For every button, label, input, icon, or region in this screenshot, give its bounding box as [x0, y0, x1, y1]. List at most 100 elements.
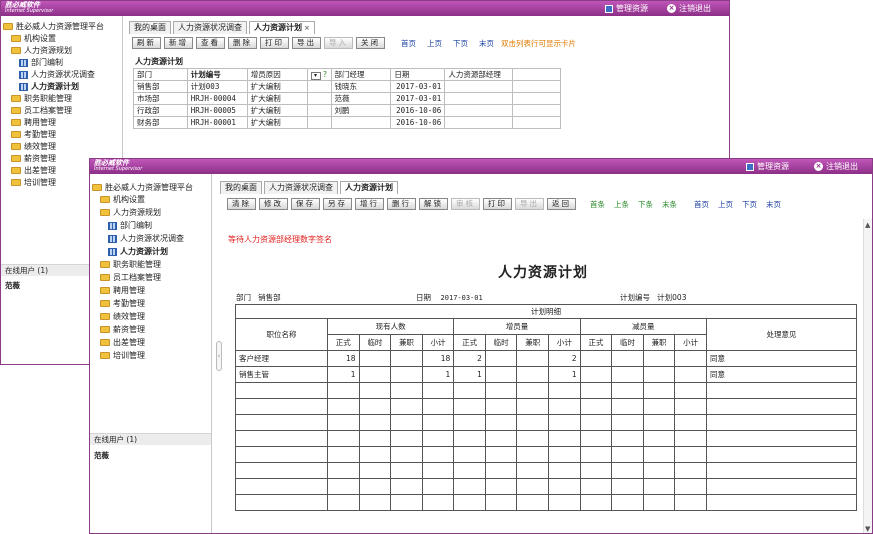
online-user[interactable]: 范薇	[94, 450, 109, 461]
table-row[interactable]: 财务部 HRJH-00001 扩大编制 2016-10-06	[133, 116, 561, 129]
empty-table-row[interactable]	[235, 430, 857, 447]
prev-page-link[interactable]: 上页	[718, 199, 733, 210]
table-row[interactable]: 客户经理 18 18 22 同意	[235, 350, 857, 367]
sidebar-item-training[interactable]: 培训管理	[100, 350, 145, 361]
scroll-down-icon[interactable]: ▼	[865, 525, 870, 533]
add-row-button[interactable]: 增行	[355, 198, 384, 210]
manage-resources-link[interactable]: 管理资源	[746, 161, 789, 172]
view-button[interactable]: 查看	[196, 37, 225, 49]
close-button[interactable]: 关闭	[356, 37, 385, 49]
sidebar-item-org[interactable]: 机构设置	[100, 194, 145, 205]
next-page-link[interactable]: 下页	[453, 38, 468, 49]
edit-button[interactable]: 修改	[259, 198, 288, 210]
next-record-link[interactable]: 下条	[638, 199, 653, 210]
col-hr-manager[interactable]: 人力资源部经理	[444, 68, 514, 81]
logout-link[interactable]: × 注销退出	[814, 161, 858, 172]
manage-resources-link[interactable]: 管理资源	[605, 3, 648, 14]
sidebar-item-hr-planning[interactable]: 人力资源规划	[100, 207, 161, 218]
last-page-link[interactable]: 末页	[479, 38, 494, 49]
empty-table-row[interactable]	[235, 478, 857, 495]
tab-hr-survey[interactable]: 人力资源状况调查	[264, 181, 338, 194]
tab-close-icon[interactable]: ×	[304, 24, 310, 32]
print-button[interactable]: 打印	[260, 37, 289, 49]
save-as-button[interactable]: 另存	[323, 198, 352, 210]
logout-link[interactable]: × 注销退出	[667, 3, 711, 14]
first-page-link[interactable]: 首页	[401, 38, 416, 49]
export-button[interactable]: 导出	[515, 198, 544, 210]
col-manager[interactable]: 部门经理	[330, 68, 392, 81]
sidebar-item-hr-planning[interactable]: 人力资源规划	[11, 45, 72, 56]
online-user[interactable]: 范薇	[5, 280, 20, 291]
save-button[interactable]: 保存	[291, 198, 320, 210]
delete-button[interactable]: 删除	[228, 37, 257, 49]
empty-table-row[interactable]	[235, 382, 857, 399]
col-date[interactable]: 日期	[390, 68, 446, 81]
sidebar-item-hr-survey[interactable]: 人力资源状况调查	[108, 233, 184, 244]
empty-table-row[interactable]	[235, 446, 857, 463]
folder-icon	[11, 107, 21, 114]
prev-page-link[interactable]: 上页	[427, 38, 442, 49]
scroll-up-icon[interactable]: ▲	[865, 221, 870, 229]
vertical-scrollbar[interactable]: ▲ ▼	[863, 219, 872, 533]
first-record-link[interactable]: 首条	[590, 199, 605, 210]
next-page-link[interactable]: 下页	[742, 199, 757, 210]
sidebar-item-performance[interactable]: 绩效管理	[11, 141, 56, 152]
empty-table-row[interactable]	[235, 462, 857, 479]
col-filter[interactable]: ▾ ?	[306, 68, 332, 81]
empty-table-row[interactable]	[235, 414, 857, 431]
tab-desktop[interactable]: 我的桌面	[220, 181, 262, 194]
sidebar-item-org[interactable]: 机构设置	[11, 33, 56, 44]
sidebar-item-salary[interactable]: 薪资管理	[11, 153, 56, 164]
tree-root[interactable]: 胜必威人力资源管理平台	[3, 21, 104, 32]
sidebar-collapse-handle[interactable]: ‹	[216, 341, 222, 371]
sidebar-item-travel[interactable]: 出差管理	[11, 165, 56, 176]
sidebar-item-dept-staffing[interactable]: 部门编制	[19, 57, 63, 68]
sidebar-item-training[interactable]: 培训管理	[11, 177, 56, 188]
sidebar-item-hiring[interactable]: 聘用管理	[100, 285, 145, 296]
tab-hr-plan[interactable]: 人力资源计划	[340, 181, 398, 194]
sidebar-item-hr-plan[interactable]: 人力资源计划	[108, 246, 168, 257]
sidebar-item-hr-survey[interactable]: 人力资源状况调查	[19, 69, 95, 80]
return-button[interactable]: 返回	[547, 198, 576, 210]
prev-record-link[interactable]: 上条	[614, 199, 629, 210]
sidebar-item-duties[interactable]: 职务职能管理	[100, 259, 161, 270]
tree-root[interactable]: 胜必威人力资源管理平台	[92, 182, 193, 193]
empty-table-row[interactable]	[235, 494, 857, 511]
tab-desktop[interactable]: 我的桌面	[129, 21, 171, 34]
export-button[interactable]: 导出	[292, 37, 321, 49]
table-row[interactable]: 销售部 计划003 扩大编制 钱晓东 2017-03-01	[133, 80, 561, 93]
help-icon[interactable]: ?	[323, 70, 327, 79]
col-dept[interactable]: 部门	[133, 68, 188, 81]
unlock-button[interactable]: 解锁	[419, 198, 448, 210]
sidebar-item-duties[interactable]: 职务职能管理	[11, 93, 72, 104]
table-row[interactable]: 市场部 HRJH-00004 扩大编制 范薇 2017-03-01	[133, 92, 561, 105]
sidebar-item-travel[interactable]: 出差管理	[100, 337, 145, 348]
tab-hr-plan[interactable]: 人力资源计划 ×	[249, 21, 315, 34]
last-record-link[interactable]: 末条	[662, 199, 677, 210]
import-button[interactable]: 导入	[324, 37, 353, 49]
sidebar-item-employee-files[interactable]: 员工档案管理	[11, 105, 72, 116]
last-page-link[interactable]: 末页	[766, 199, 781, 210]
approve-button[interactable]: 审核	[451, 198, 480, 210]
sidebar-item-performance[interactable]: 绩效管理	[100, 311, 145, 322]
sidebar-item-hiring[interactable]: 聘用管理	[11, 117, 56, 128]
sidebar-item-attendance[interactable]: 考勤管理	[100, 298, 145, 309]
sidebar-item-salary[interactable]: 薪资管理	[100, 324, 145, 335]
dropdown-arrow-icon[interactable]: ▾	[310, 71, 321, 80]
sidebar-item-employee-files[interactable]: 员工档案管理	[100, 272, 161, 283]
col-reason[interactable]: 增员原因	[246, 68, 308, 81]
refresh-button[interactable]: 刷新	[132, 37, 161, 49]
sidebar-item-dept-staffing[interactable]: 部门编制	[108, 220, 152, 231]
first-page-link[interactable]: 首页	[694, 199, 709, 210]
add-button[interactable]: 新增	[164, 37, 193, 49]
tab-hr-survey[interactable]: 人力资源状况调查	[173, 21, 247, 34]
table-row[interactable]: 销售主管 11 11 同意	[235, 366, 857, 383]
sidebar-item-hr-plan[interactable]: 人力资源计划	[19, 81, 79, 92]
empty-table-row[interactable]	[235, 398, 857, 415]
col-plan-no[interactable]: 计划编号	[186, 68, 248, 81]
clear-button[interactable]: 清除	[227, 198, 256, 210]
table-row[interactable]: 行政部 HRJH-00005 扩大编制 刘鹏 2016-10-06	[133, 104, 561, 117]
delete-row-button[interactable]: 删行	[387, 198, 416, 210]
print-button[interactable]: 打印	[483, 198, 512, 210]
sidebar-item-attendance[interactable]: 考勤管理	[11, 129, 56, 140]
